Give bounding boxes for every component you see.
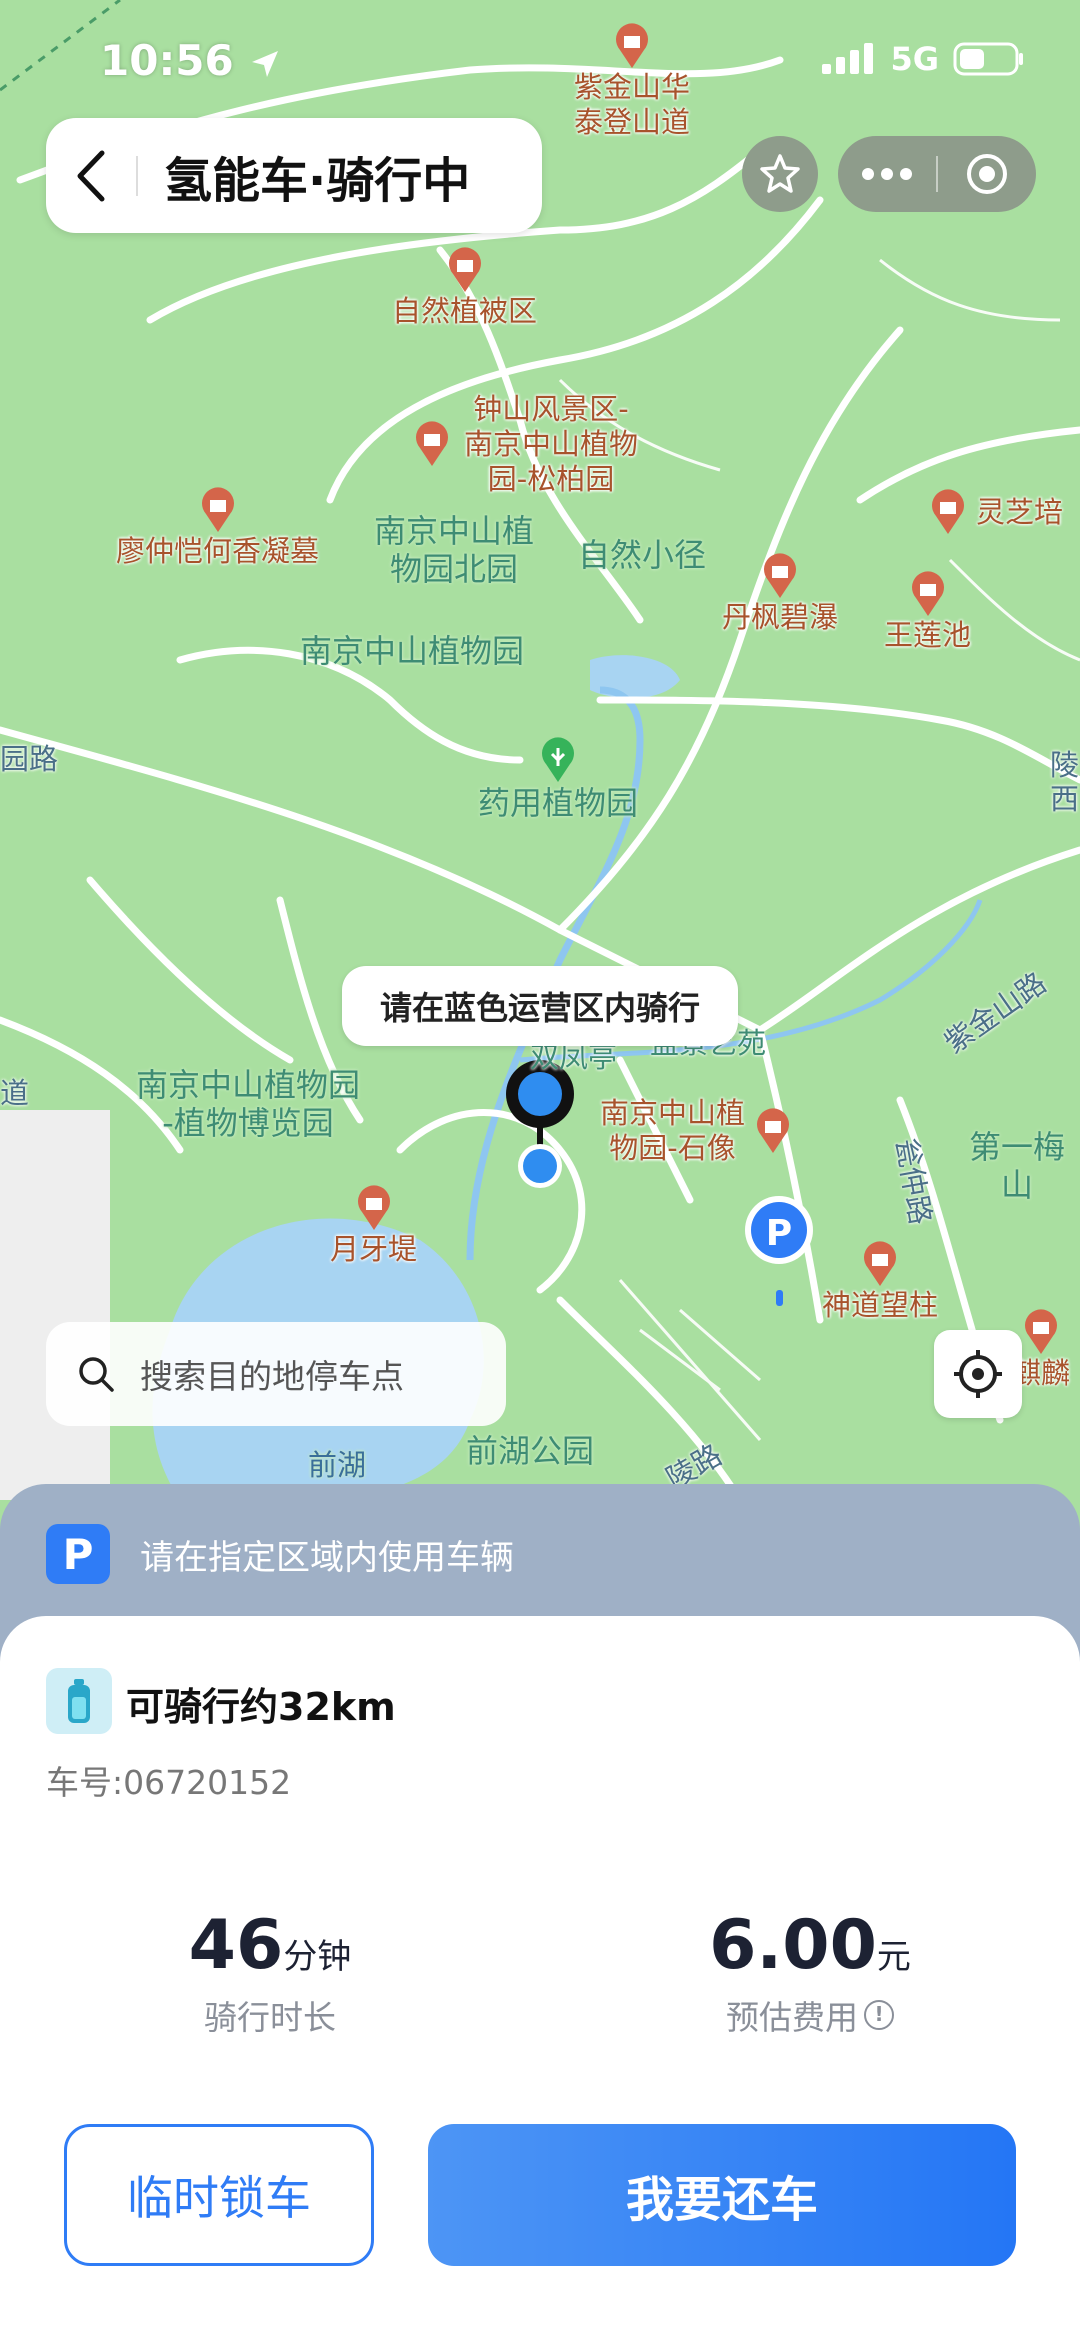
landmark-pin-icon [864,1241,896,1286]
ride-info-sheet: 可骑行约32km 车号:06720152 46分钟 骑行时长 6.00元 预估费… [0,1616,1080,2337]
more-button[interactable] [838,136,936,212]
herb-pin-icon [542,737,574,782]
return-bike-button[interactable]: 我要还车 [428,2124,1016,2266]
estimated-fee: 6.00元 预估费用 ! [690,1906,930,2039]
more-dots-icon [862,168,912,180]
poi-liao-tomb[interactable]: 廖仲恺何香凝墓 [116,486,319,569]
status-right: 5G [822,40,1025,78]
search-input[interactable]: 搜索目的地停车点 [46,1322,506,1426]
close-miniapp-button[interactable] [938,136,1036,212]
signal-icon [822,43,874,74]
chevron-left-icon [77,150,105,201]
poi-pine-garden[interactable]: 钟山风景区- 南京中山植物 园-松柏园 [412,392,638,497]
status-bar: 10:56 5G [0,30,1080,100]
range-text: 可骑行约32km [126,1685,396,1729]
landmark-pin-icon [764,553,796,598]
fee-value: 6.00 [709,1906,877,1985]
landmark-pin-icon [911,571,944,616]
duration-label: 骑行时长 [204,1998,336,2037]
nav-bar: 氢能车·骑行中 [46,118,542,233]
hydrogen-bottle-icon [46,1668,112,1734]
plate-number: 车号:06720152 [46,1763,292,1802]
location-arrow-icon [252,50,279,77]
duration-value: 46 [188,1906,284,1985]
parking-icon: P [46,1524,110,1584]
search-placeholder: 搜索目的地停车点 [140,1357,404,1396]
poi-stone-statue[interactable]: 南京中山植 物园-石像 [600,1096,793,1166]
landmark-pin-icon [416,421,448,466]
landmark-pin-icon [357,1185,390,1230]
poi-crescent-dike[interactable]: 月牙堤 [330,1184,417,1267]
landmark-pin-icon [1025,1309,1057,1354]
zone-tip-bubble: 请在蓝色运营区内骑行 [342,966,738,1046]
fee-label: 预估费用 [726,1998,858,2037]
area-north-garden: 南京中山植 物园北园 [374,512,535,588]
search-icon [79,1357,114,1392]
status-time: 10:56 [100,36,282,85]
favorite-button[interactable] [742,136,818,212]
battery-status-icon [953,42,1023,76]
area-qianhu-park: 前湖公园 [466,1432,595,1470]
area-nature-trail: 自然小径 [578,536,707,574]
area-botanical-garden: 南京中山植物园 [300,632,525,670]
area-qianhu-lake: 前湖 [308,1448,367,1482]
fee-label-row: 预估费用 ! [690,1991,930,2039]
poi-maple-falls[interactable]: 丹枫碧瀑 [722,552,838,635]
svg-text:P: P [766,1213,792,1254]
road-label-3: 道 [0,1076,30,1110]
notice-text: 请在指定区域内使用车辆 [140,1538,514,1578]
fee-unit: 元 [876,1937,911,1977]
locate-button[interactable] [934,1330,1022,1418]
road-label-1: 园路 [0,742,59,776]
poi-medicinal-garden[interactable]: 药用植物园 [478,736,638,822]
landmark-pin-icon [757,1108,790,1153]
star-icon [760,154,800,193]
area-expo-garden: 南京中山植物园 -植物博览园 [136,1066,361,1142]
target-circle-icon [967,154,1007,194]
poi-natural-vegetation[interactable]: 自然植被区 [392,246,537,329]
temporary-lock-button[interactable]: 临时锁车 [64,2124,374,2266]
landmark-pin-icon [201,487,234,532]
back-button[interactable] [46,118,136,233]
poi-lingzhi[interactable]: 灵芝培 [928,488,1063,536]
poi-lotus-pond[interactable]: 王莲池 [884,570,971,653]
crosshair-icon [954,1350,1002,1398]
miniapp-capsule [838,136,1036,212]
road-label-2: 陵 西 [1050,748,1080,816]
page-title: 氢能车·骑行中 [164,152,471,209]
landmark-pin-icon [932,489,964,534]
info-icon[interactable]: ! [864,2000,894,2030]
landmark-pin-icon [448,247,481,292]
ride-duration: 46分钟 骑行时长 [150,1906,390,2039]
poi-shendao[interactable]: 神道望柱 [822,1240,938,1323]
duration-unit: 分钟 [283,1937,352,1977]
area-meishan: 第一梅山 [968,1128,1065,1204]
